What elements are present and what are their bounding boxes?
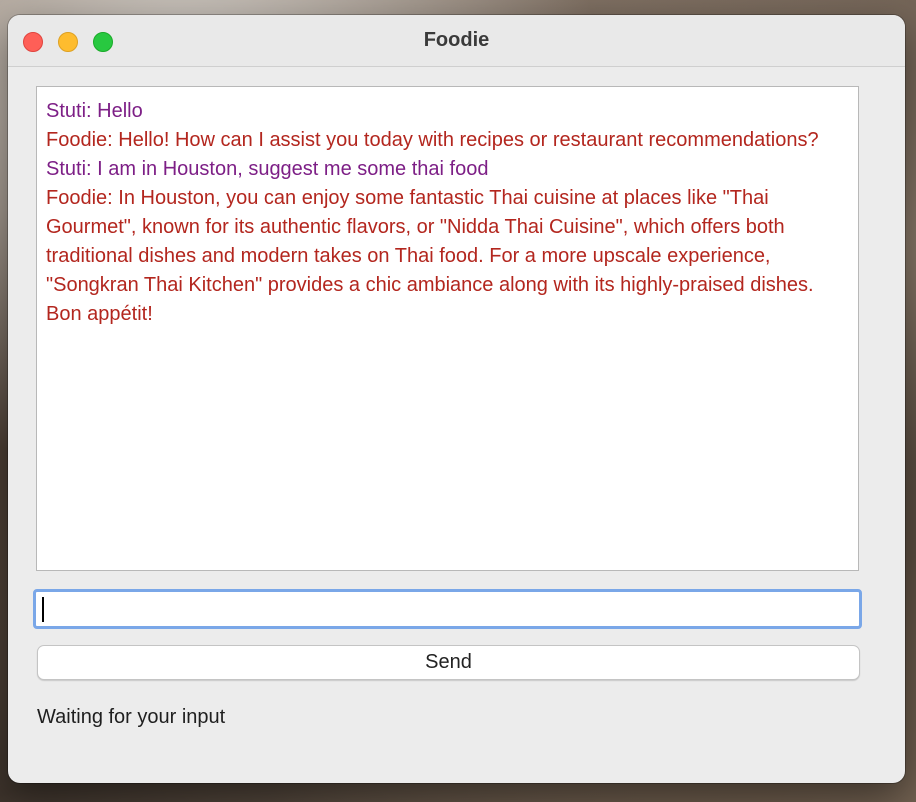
window-title: Foodie bbox=[423, 29, 490, 51]
chat-transcript[interactable]: Stuti: Hello Foodie: Hello! How can I as… bbox=[36, 86, 859, 571]
chat-message-user: Stuti: I am in Houston, suggest me some … bbox=[46, 158, 489, 180]
status-text: Waiting for your input bbox=[37, 706, 226, 728]
message-input[interactable] bbox=[33, 589, 862, 629]
chat-message-bot: Foodie: Hello! How can I assist you toda… bbox=[46, 129, 819, 151]
text-caret bbox=[42, 597, 44, 622]
send-button[interactable]: Send bbox=[37, 645, 860, 680]
title-bar: Foodie bbox=[8, 15, 905, 67]
chat-message-user: Stuti: Hello bbox=[46, 100, 143, 122]
chat-message-bot: Foodie: In Houston, you can enjoy some f… bbox=[46, 187, 814, 325]
